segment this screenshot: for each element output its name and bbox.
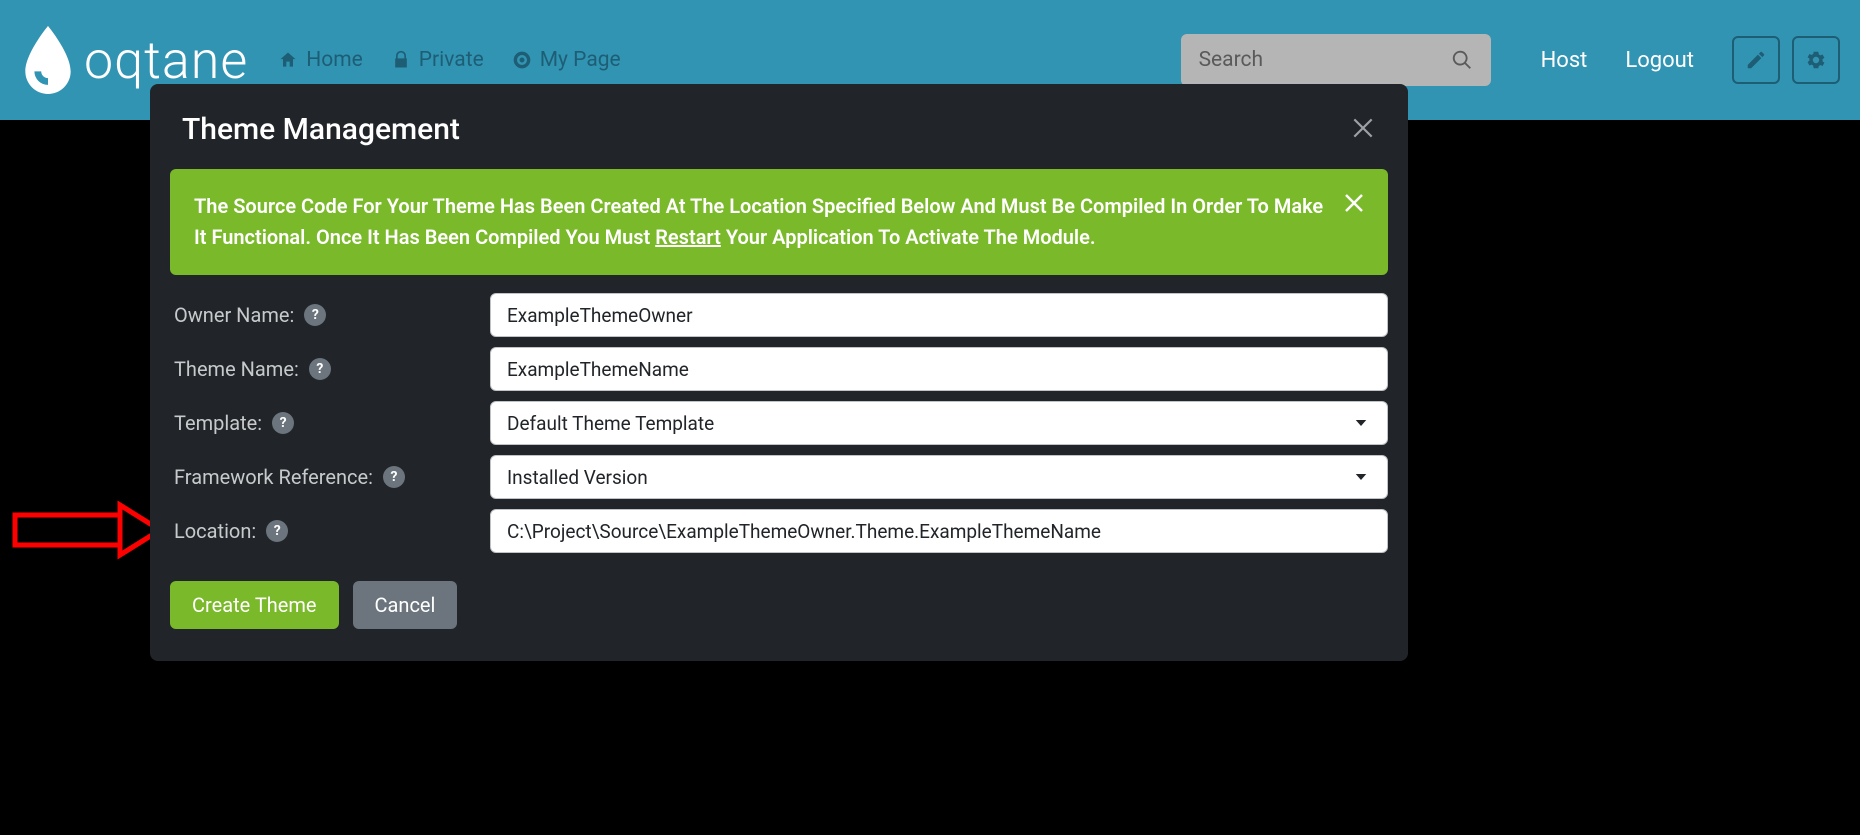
nav-mypage[interactable]: My Page: [512, 48, 621, 72]
template-select[interactable]: Default Theme Template: [490, 401, 1388, 445]
home-icon: [278, 50, 298, 70]
search-icon: [1451, 48, 1473, 72]
framework-label: Framework Reference: ?: [170, 465, 490, 489]
alert-text-post: Your Application To Activate The Module.: [721, 225, 1096, 249]
search-box[interactable]: [1181, 34, 1491, 86]
theme-name-label: Theme Name: ?: [170, 357, 490, 381]
pencil-icon: [1745, 49, 1767, 71]
host-link[interactable]: Host: [1541, 48, 1588, 73]
droplet-icon: [20, 26, 76, 94]
brand-text: oqtane: [84, 30, 248, 91]
nav-private[interactable]: Private: [391, 48, 484, 72]
close-icon: [1350, 115, 1376, 141]
nav-home[interactable]: Home: [278, 48, 363, 72]
modal-actions: Create Theme Cancel: [150, 553, 1408, 629]
help-icon[interactable]: ?: [383, 466, 405, 488]
framework-select[interactable]: Installed Version: [490, 455, 1388, 499]
gear-icon: [1805, 49, 1827, 71]
create-theme-button[interactable]: Create Theme: [170, 581, 339, 629]
modal-header: Theme Management: [150, 112, 1408, 169]
theme-management-modal: Theme Management The Source Code For You…: [150, 84, 1408, 661]
edit-button[interactable]: [1732, 36, 1780, 84]
restart-link[interactable]: Restart: [655, 225, 721, 249]
close-icon: [1342, 191, 1366, 215]
nav-home-label: Home: [306, 48, 363, 72]
modal-title: Theme Management: [182, 112, 460, 147]
help-icon[interactable]: ?: [266, 520, 288, 542]
location-input[interactable]: [490, 509, 1388, 553]
settings-button[interactable]: [1792, 36, 1840, 84]
success-alert: The Source Code For Your Theme Has Been …: [170, 169, 1388, 275]
cancel-button[interactable]: Cancel: [353, 581, 458, 629]
nav-private-label: Private: [419, 48, 484, 72]
nav: Home Private My Page: [278, 48, 620, 72]
search-input[interactable]: [1199, 48, 1451, 72]
logout-link[interactable]: Logout: [1625, 48, 1694, 73]
header-right: Host Logout: [1541, 36, 1840, 84]
help-icon[interactable]: ?: [272, 412, 294, 434]
help-icon[interactable]: ?: [304, 304, 326, 326]
lock-icon: [391, 50, 411, 70]
target-icon: [512, 50, 532, 70]
template-label: Template: ?: [170, 411, 490, 435]
owner-name-input[interactable]: [490, 293, 1388, 337]
location-label: Location: ?: [170, 519, 490, 543]
annotation-arrow: [10, 500, 160, 560]
modal-close-button[interactable]: [1350, 115, 1376, 145]
theme-name-input[interactable]: [490, 347, 1388, 391]
owner-name-label: Owner Name: ?: [170, 303, 490, 327]
nav-mypage-label: My Page: [540, 48, 621, 72]
form-grid: Owner Name: ? Theme Name: ? Template: ? …: [150, 275, 1408, 553]
alert-close-button[interactable]: [1342, 191, 1366, 224]
help-icon[interactable]: ?: [309, 358, 331, 380]
